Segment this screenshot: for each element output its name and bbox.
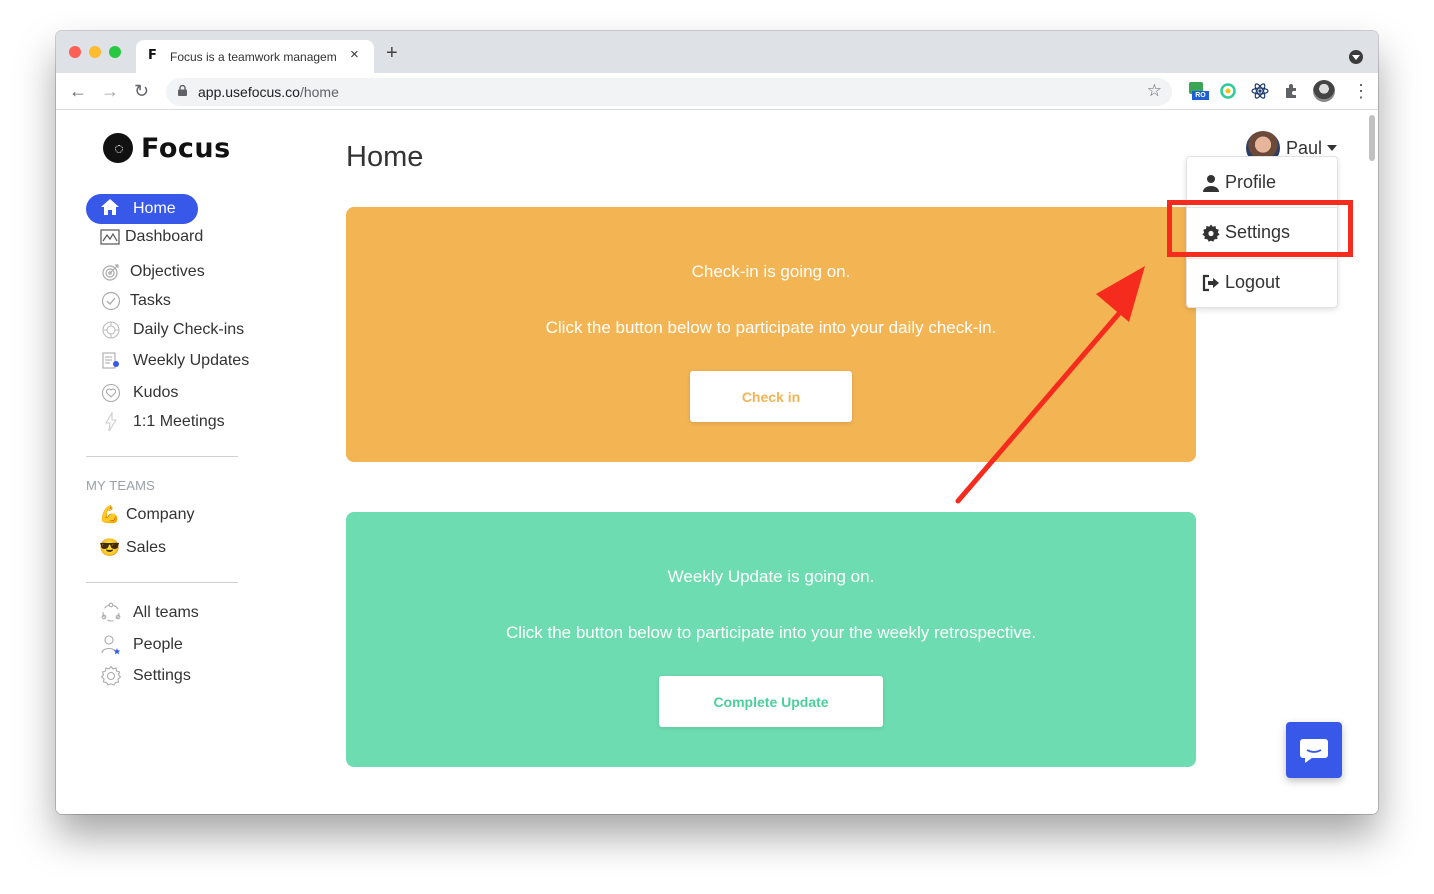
bookmark-star-icon[interactable]: ☆ [1147, 81, 1162, 101]
new-tab-button[interactable]: + [386, 43, 398, 63]
weekly-update-card: Weekly Update is going on. Click the but… [346, 512, 1196, 767]
tab-title: Focus is a teamwork managem [170, 50, 337, 64]
zoom-window-button[interactable] [109, 46, 121, 58]
tab-close-icon[interactable]: × [350, 46, 359, 63]
settings-highlight-box [1167, 200, 1353, 257]
minimize-window-button[interactable] [89, 46, 101, 58]
check-in-button[interactable]: Check in [690, 371, 852, 422]
team-item-company[interactable]: 💪 Company [99, 505, 195, 525]
tab-bar: F Focus is a teamwork managem × + [56, 31, 1378, 73]
sidebar-item-weekly-updates[interactable]: Weekly Updates [100, 351, 249, 371]
menu-item-logout[interactable]: Logout [1201, 272, 1280, 293]
lock-icon [178, 85, 187, 96]
gear-icon [100, 665, 122, 686]
caret-down-icon [1327, 145, 1338, 151]
forward-arrow-icon[interactable]: → [101, 81, 119, 101]
scrollbar[interactable] [1369, 115, 1375, 161]
user-icon [1201, 173, 1221, 193]
sidebar-item-all-teams[interactable]: All teams [100, 602, 199, 623]
sidebar-item-dashboard[interactable]: Dashboard [100, 227, 203, 247]
people-icon [100, 635, 122, 655]
sidebar-item-label: Kudos [133, 384, 179, 401]
sidebar-item-meetings[interactable]: 1:1 Meetings [100, 412, 225, 432]
app-page: Focus Home Dashboard Objectives Tasks Da… [56, 111, 1378, 814]
checkin-status-text: Check-in is going on. [691, 262, 851, 281]
browser-window: F Focus is a teamwork managem × + ← → ↻ … [56, 31, 1378, 814]
focus-favicon-icon: F [148, 48, 157, 63]
heart-icon [100, 383, 122, 403]
target-icon [100, 262, 122, 282]
sidebar-item-label: Objectives [130, 263, 205, 280]
sidebar-item-label: All teams [133, 604, 199, 621]
team-label: Sales [126, 539, 167, 556]
react-devtools-icon[interactable] [1251, 82, 1269, 100]
sidebar-item-people[interactable]: People [100, 635, 183, 655]
menu-item-label: Logout [1225, 272, 1281, 292]
url-text: app.usefocus.co/home [198, 84, 339, 100]
sidebar-item-daily-checkins[interactable]: Daily Check-ins [100, 320, 244, 340]
sidebar-item-tasks[interactable]: Tasks [100, 291, 171, 311]
check-circle-icon [100, 291, 122, 311]
browser-menu-icon[interactable]: ⋮ [1352, 81, 1370, 101]
weekly-status-text: Weekly Update is going on. [667, 567, 875, 586]
my-teams-label: MY TEAMS [86, 478, 156, 493]
bolt-icon [100, 412, 122, 432]
browser-tab[interactable]: F Focus is a teamwork managem × [136, 40, 374, 73]
all-teams-icon [100, 602, 122, 623]
close-window-button[interactable] [69, 46, 81, 58]
checkin-instructions-text: Click the button below to participate in… [545, 318, 997, 337]
menu-divider [1187, 258, 1337, 259]
sidebar-divider [86, 582, 238, 583]
page-title: Home [346, 141, 424, 173]
sidebar-item-label: Dashboard [125, 228, 204, 245]
sunglasses-face-icon: 😎 [99, 538, 121, 557]
sidebar-item-label: Tasks [130, 292, 171, 309]
sidebar-item-label: Daily Check-ins [133, 321, 245, 338]
chat-button[interactable] [1286, 722, 1342, 778]
checkin-card: Check-in is going on. Click the button b… [346, 207, 1196, 462]
team-label: Company [126, 506, 195, 523]
sidebar-item-kudos[interactable]: Kudos [100, 383, 178, 403]
sidebar-item-objectives[interactable]: Objectives [100, 262, 205, 282]
extension-ro-icon[interactable]: RO [1189, 82, 1209, 100]
reload-icon[interactable]: ↻ [134, 81, 149, 101]
sidebar-item-label: People [133, 636, 183, 653]
weekly-instructions-text: Click the button below to participate in… [505, 623, 1037, 642]
profile-avatar-icon[interactable] [1313, 80, 1335, 102]
tab-search-icon[interactable] [1349, 50, 1363, 64]
sidebar-item-label: Home [133, 200, 176, 217]
url-path: /home [299, 84, 339, 100]
menu-item-label: Profile [1225, 172, 1277, 192]
logout-icon [1201, 273, 1221, 293]
address-bar[interactable]: app.usefocus.co/home ☆ [166, 78, 1172, 106]
focus-logo[interactable]: Focus [103, 132, 231, 164]
checkin-icon [100, 320, 122, 340]
sidebar-item-label: Weekly Updates [133, 352, 250, 369]
sidebar-item-home[interactable]: Home [86, 194, 198, 224]
sidebar-divider [86, 456, 238, 457]
sidebar-item-label: 1:1 Meetings [133, 413, 225, 430]
extensions-puzzle-icon[interactable] [1283, 82, 1301, 100]
back-arrow-icon[interactable]: ← [69, 81, 87, 101]
sidebar-item-label: Settings [133, 667, 191, 684]
complete-update-button[interactable]: Complete Update [659, 676, 883, 727]
menu-item-profile[interactable]: Profile [1201, 172, 1276, 193]
url-host: app.usefocus.co [198, 84, 300, 100]
browser-toolbar: ← → ↻ app.usefocus.co/home ☆ RO ⋮ [56, 73, 1378, 110]
dashboard-icon [100, 227, 120, 247]
focus-logo-icon [103, 133, 133, 163]
team-item-sales[interactable]: 😎 Sales [99, 538, 167, 558]
flexed-biceps-icon: 💪 [99, 505, 121, 524]
extension-timer-icon[interactable] [1219, 82, 1237, 100]
home-icon [100, 198, 122, 221]
weekly-updates-icon [100, 351, 122, 371]
logo-text: Focus [141, 132, 231, 164]
sidebar-item-settings[interactable]: Settings [100, 665, 191, 686]
chat-bubble-icon [1300, 739, 1328, 763]
